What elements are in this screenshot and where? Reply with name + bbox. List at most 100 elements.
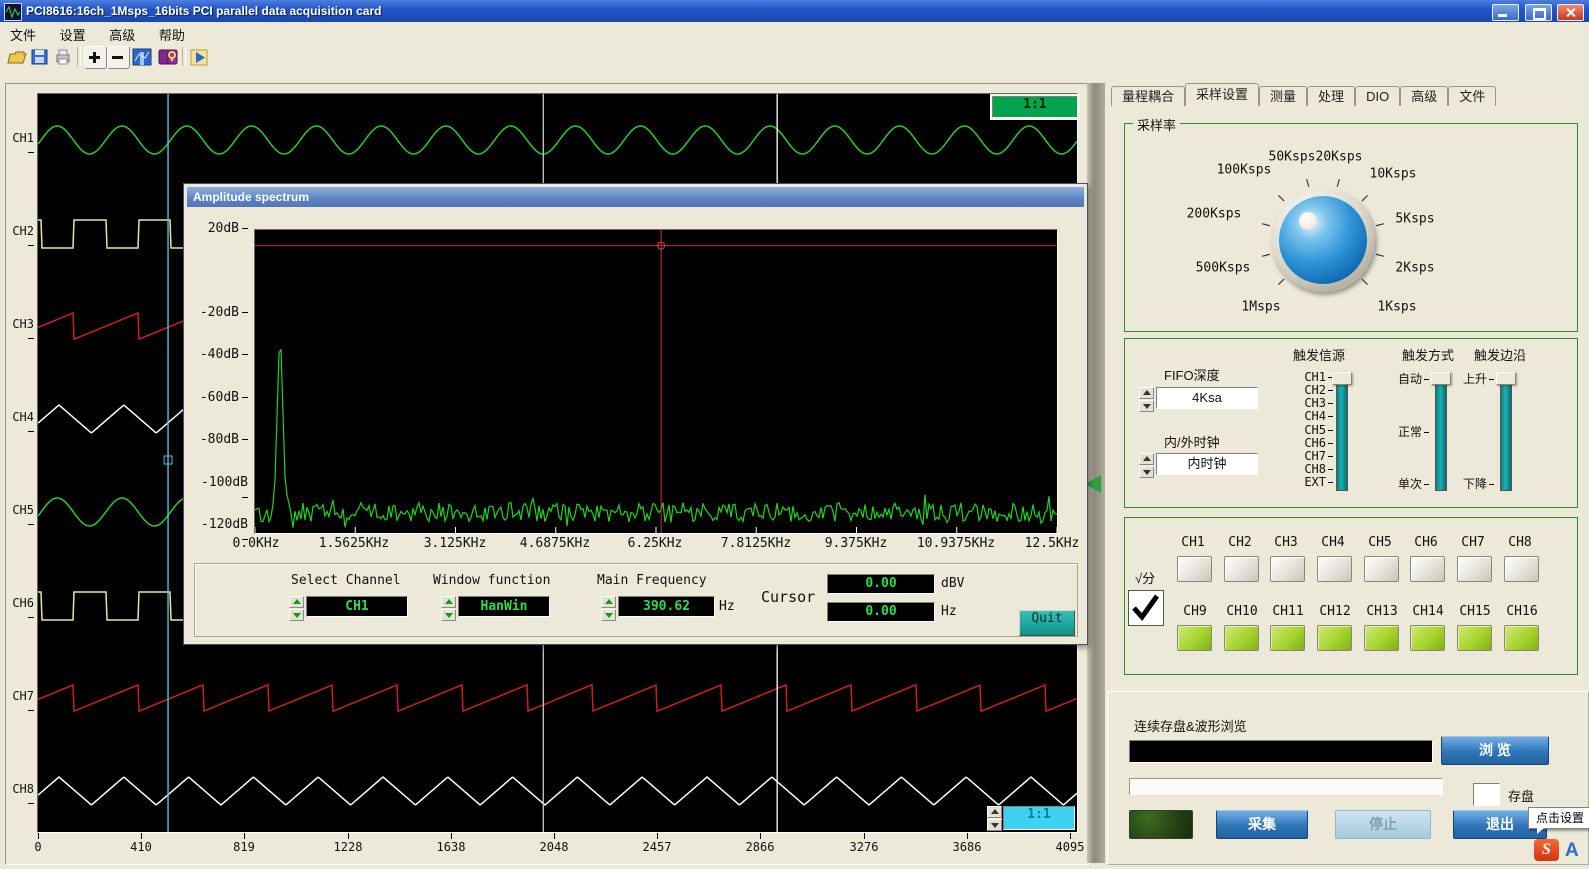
close-button[interactable] bbox=[1557, 4, 1584, 21]
tab-advanced[interactable]: 高级 bbox=[1400, 86, 1448, 106]
fifo-depth-value[interactable]: 4Ksa bbox=[1156, 387, 1258, 409]
spinner-down-icon[interactable] bbox=[1139, 466, 1154, 478]
minimize-button[interactable] bbox=[1492, 4, 1519, 21]
x-tick bbox=[864, 833, 865, 839]
help-icon[interactable] bbox=[157, 46, 179, 68]
spinner-down-icon[interactable] bbox=[601, 609, 616, 621]
ch16-button[interactable] bbox=[1504, 625, 1539, 651]
save-path-field[interactable] bbox=[1129, 740, 1433, 763]
desktop: { "window": {"title": "PCI8616:16ch_1Msp… bbox=[0, 0, 1589, 863]
spinner-up-icon[interactable] bbox=[441, 596, 456, 608]
spinner-down-icon[interactable] bbox=[1139, 400, 1154, 412]
tab-dio[interactable]: DIO bbox=[1355, 86, 1400, 106]
select-channel-spinner[interactable] bbox=[289, 596, 304, 618]
knob-label-50ksps: 50Ksps bbox=[1269, 150, 1316, 165]
select-channel-value[interactable]: CH1 bbox=[306, 596, 408, 617]
quit-button[interactable]: Quit bbox=[1019, 610, 1075, 636]
clock-source-spinner[interactable] bbox=[1139, 453, 1154, 475]
collect-button[interactable]: 采集 bbox=[1216, 810, 1308, 839]
ch12-button[interactable] bbox=[1317, 625, 1352, 651]
ch7-button[interactable] bbox=[1457, 556, 1492, 582]
trigger-edge-slider[interactable] bbox=[1500, 377, 1512, 491]
spinner-down-icon[interactable] bbox=[289, 609, 304, 621]
ch10-button[interactable] bbox=[1224, 625, 1259, 651]
trigger-source-slider[interactable] bbox=[1336, 377, 1348, 491]
ch8-button[interactable] bbox=[1504, 556, 1539, 582]
spinner-up-icon[interactable] bbox=[987, 806, 1002, 818]
ime-tooltip: 点击设置 bbox=[1528, 807, 1589, 829]
ch4-button[interactable] bbox=[1317, 556, 1352, 582]
spectrum-x-tick-label: 1.5625KHz bbox=[319, 536, 389, 551]
ch13-button[interactable] bbox=[1364, 625, 1399, 651]
ch2-label: CH2 bbox=[1228, 535, 1251, 550]
zoom-out-icon[interactable] bbox=[107, 46, 130, 69]
tab-strip: 量程耦合采样设置测量处理DIO高级文件 bbox=[1111, 83, 1496, 106]
run-icon[interactable] bbox=[188, 46, 210, 68]
clock-source-value[interactable]: 内时钟 bbox=[1156, 453, 1258, 475]
title-bar[interactable]: PCI8616:16ch_1Msps_16bits PCI parallel d… bbox=[0, 0, 1589, 22]
save-icon[interactable] bbox=[29, 46, 51, 68]
amplitude-spectrum-window[interactable]: Amplitude spectrum 20dB -20dB -40dB -60d… bbox=[183, 183, 1088, 645]
spinner-down-icon[interactable] bbox=[441, 609, 456, 621]
print-icon[interactable] bbox=[52, 46, 74, 68]
sample-rate-knob-face[interactable] bbox=[1279, 196, 1367, 284]
fifo-depth-spinner[interactable] bbox=[1139, 387, 1154, 409]
ime-logo-icon[interactable]: S bbox=[1534, 839, 1559, 861]
spectrum-x-tick-label: 10.9375KHz bbox=[917, 536, 995, 551]
main-frequency-spinner[interactable] bbox=[601, 596, 616, 618]
ch5-label: CH5 bbox=[1368, 535, 1391, 550]
trigger-edge-option: 上升 bbox=[1463, 370, 1494, 387]
spectrum-title-bar[interactable]: Amplitude spectrum bbox=[187, 187, 1084, 207]
maximize-button[interactable] bbox=[1525, 4, 1552, 21]
ch14-button[interactable] bbox=[1410, 625, 1445, 651]
open-icon[interactable] bbox=[6, 46, 28, 68]
spinner-up-icon[interactable] bbox=[1139, 453, 1154, 465]
split-mode-checkbox[interactable] bbox=[1128, 590, 1164, 626]
ch3-button[interactable] bbox=[1270, 556, 1305, 582]
browse-button[interactable]: 浏 览 bbox=[1441, 736, 1549, 765]
tab-process[interactable]: 处理 bbox=[1307, 86, 1355, 106]
x-tick bbox=[244, 833, 245, 839]
x-tick bbox=[554, 833, 555, 839]
spinner-up-icon[interactable] bbox=[601, 596, 616, 608]
window-function-spinner[interactable] bbox=[441, 596, 456, 618]
spectrum-plot[interactable] bbox=[254, 229, 1058, 534]
spectrum-x-tick-label: 0.0KHz bbox=[233, 536, 280, 551]
trigger-source-slider-thumb[interactable] bbox=[1332, 372, 1352, 385]
spectrum-x-tick-label: 9.375KHz bbox=[825, 536, 888, 551]
ch1-button[interactable] bbox=[1177, 556, 1212, 582]
trigger-mode-slider-thumb[interactable] bbox=[1431, 372, 1451, 385]
ch6-button[interactable] bbox=[1410, 556, 1445, 582]
tab-file[interactable]: 文件 bbox=[1448, 86, 1496, 106]
spinner-down-icon[interactable] bbox=[987, 819, 1002, 831]
stop-button[interactable]: 停止 bbox=[1335, 810, 1431, 839]
save-checkbox[interactable] bbox=[1473, 783, 1500, 806]
trigger-mode-slider[interactable] bbox=[1435, 377, 1447, 491]
tab-measure[interactable]: 测量 bbox=[1259, 86, 1307, 106]
x-tick bbox=[348, 833, 349, 839]
main-frequency-value[interactable]: 390.62 bbox=[618, 596, 715, 617]
ch5-button[interactable] bbox=[1364, 556, 1399, 582]
trigger-edge-slider-thumb[interactable] bbox=[1496, 372, 1516, 385]
knob-label-2ksps: 2Ksps bbox=[1395, 261, 1434, 276]
splitter[interactable] bbox=[1087, 83, 1105, 863]
window-function-value[interactable]: HanWin bbox=[458, 596, 550, 617]
ch15-button[interactable] bbox=[1457, 625, 1492, 651]
spinner-up-icon[interactable] bbox=[289, 596, 304, 608]
ch11-button[interactable] bbox=[1270, 625, 1305, 651]
trigger-source-header: 触发信源 bbox=[1293, 345, 1345, 364]
ime-mode-icon[interactable]: A bbox=[1565, 840, 1579, 862]
waveform-icon[interactable] bbox=[131, 46, 153, 68]
tab-range-coupling[interactable]: 量程耦合 bbox=[1111, 86, 1185, 106]
sample-rate-knob[interactable] bbox=[1271, 188, 1375, 292]
spinner-up-icon[interactable] bbox=[1139, 387, 1154, 399]
window-title: PCI8616:16ch_1Msps_16bits PCI parallel d… bbox=[26, 0, 381, 22]
zoom-in-icon[interactable] bbox=[84, 46, 107, 69]
tab-sampling-settings[interactable]: 采样设置 bbox=[1185, 83, 1259, 106]
channel-label: CH3 bbox=[7, 317, 34, 345]
knob-label-20ksps: 20Ksps bbox=[1316, 150, 1363, 165]
zoom-spinner[interactable] bbox=[987, 806, 1002, 828]
ch2-button[interactable] bbox=[1224, 556, 1259, 582]
ch9-button[interactable] bbox=[1177, 625, 1212, 651]
x-tick-label: 2048 bbox=[540, 840, 569, 854]
